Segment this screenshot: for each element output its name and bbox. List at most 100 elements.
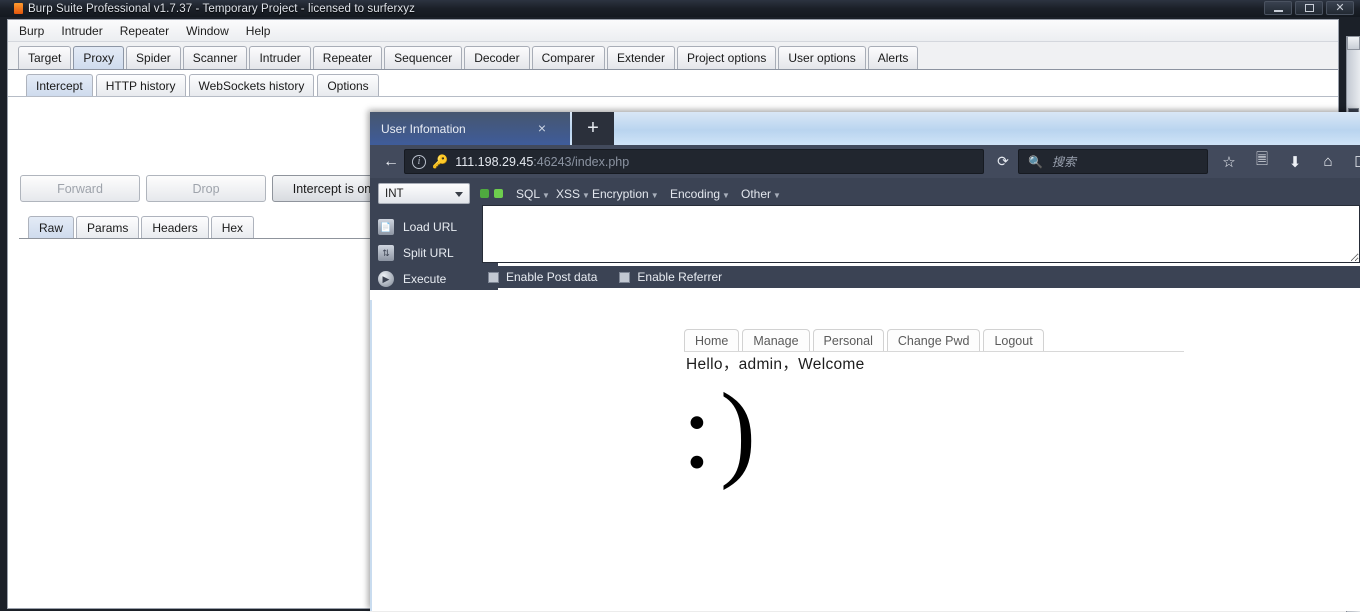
- execute-icon: ▶: [378, 271, 394, 287]
- scrollbar-up-button[interactable]: [1347, 36, 1360, 50]
- tab-params[interactable]: Params: [76, 216, 139, 238]
- checkbox-box[interactable]: [488, 272, 499, 283]
- enable-referrer-label: Enable Referrer: [637, 270, 722, 284]
- page-nav-change-pwd[interactable]: Change Pwd: [887, 329, 981, 351]
- web-page-content: Home Manage Personal Change Pwd Logout H…: [372, 300, 1360, 611]
- hackbar-menu-encoding[interactable]: Encoding▼: [670, 187, 730, 201]
- menu-repeater[interactable]: Repeater: [118, 23, 171, 39]
- hackbar-encoding-select[interactable]: INT: [378, 183, 470, 204]
- enable-post-data-label: Enable Post data: [506, 270, 597, 284]
- hackbar-menu-sql[interactable]: SQL▼: [516, 187, 550, 201]
- burp-menu-bar: Burp Intruder Repeater Window Help: [8, 20, 1338, 42]
- forward-button[interactable]: Forward: [20, 175, 140, 202]
- tab-hex[interactable]: Hex: [211, 216, 254, 238]
- page-nav-logout[interactable]: Logout: [983, 329, 1043, 351]
- menu-help[interactable]: Help: [244, 23, 273, 39]
- hackbar-execute[interactable]: ▶ Execute: [378, 271, 446, 287]
- split-url-icon: ⇅: [378, 245, 394, 261]
- enable-post-data-checkbox[interactable]: Enable Post data: [488, 270, 597, 284]
- page-nav-manage[interactable]: Manage: [742, 329, 809, 351]
- browser-navigation-bar: ← i 🔑 111.198.29.45:46243/index.php ⟳ 🔍 …: [370, 145, 1360, 178]
- menu-burp[interactable]: Burp: [17, 23, 46, 39]
- minimize-button[interactable]: [1264, 1, 1292, 15]
- message-view-tabs: Raw Params Headers Hex: [28, 216, 256, 238]
- load-url-icon: 📄: [378, 219, 394, 235]
- tab-http-history[interactable]: HTTP history: [96, 74, 186, 96]
- search-icon: 🔍: [1028, 155, 1043, 169]
- hackbar-load-url[interactable]: 📄 Load URL: [378, 219, 457, 235]
- tab-intercept[interactable]: Intercept: [26, 74, 93, 96]
- search-placeholder: 搜索: [1052, 153, 1076, 170]
- tab-decoder[interactable]: Decoder: [464, 46, 529, 69]
- proxy-sub-tabs: Intercept HTTP history WebSockets histor…: [8, 70, 1338, 97]
- load-url-label: Load URL: [403, 220, 457, 234]
- maximize-button[interactable]: [1295, 1, 1323, 15]
- tab-spider[interactable]: Spider: [126, 46, 181, 69]
- tab-intruder[interactable]: Intruder: [249, 46, 310, 69]
- checkbox-box[interactable]: [619, 272, 630, 283]
- hackbar-split-url[interactable]: ⇅ Split URL: [378, 245, 454, 261]
- hackbar-decrease-button[interactable]: [480, 189, 489, 198]
- page-nav-home[interactable]: Home: [684, 329, 739, 351]
- address-bar-url: 111.198.29.45:46243/index.php: [455, 155, 629, 169]
- reload-icon[interactable]: ⟳: [992, 151, 1014, 172]
- tab-proxy[interactable]: Proxy: [73, 46, 124, 69]
- hackbar-increase-button[interactable]: [494, 189, 503, 198]
- downloads-icon[interactable]: ⬇: [1281, 149, 1309, 174]
- browser-tab-user-infomation[interactable]: User Infomation ×: [370, 112, 570, 145]
- tab-user-options[interactable]: User options: [778, 46, 865, 69]
- close-tab-icon[interactable]: ×: [538, 121, 546, 135]
- tab-repeater[interactable]: Repeater: [313, 46, 382, 69]
- site-info-icon[interactable]: i: [412, 155, 426, 169]
- tab-project-options[interactable]: Project options: [677, 46, 776, 69]
- back-arrow-icon[interactable]: ←: [378, 149, 404, 175]
- tab-raw[interactable]: Raw: [28, 216, 74, 238]
- hackbar-menu-other[interactable]: Other▼: [741, 187, 781, 201]
- browser-tab-bar: User Infomation × +: [370, 112, 1360, 145]
- tab-alerts[interactable]: Alerts: [868, 46, 919, 69]
- url-path: :46243/index.php: [533, 155, 629, 169]
- tab-target[interactable]: Target: [18, 46, 71, 69]
- hackbar-action-list: 📄 Load URL ⇅ Split URL ▶ Execute: [370, 205, 498, 290]
- tab-extender[interactable]: Extender: [607, 46, 675, 69]
- search-bar[interactable]: 🔍 搜索: [1018, 149, 1208, 174]
- tab-sequencer[interactable]: Sequencer: [384, 46, 462, 69]
- menu-intruder[interactable]: Intruder: [59, 23, 104, 39]
- smiley-face-text: :): [682, 378, 764, 486]
- hackbar-toolbar: INT SQL▼ XSS▼ Encryption▼ Encoding▼ Othe…: [370, 178, 1360, 234]
- url-host: 111.198.29.45: [455, 155, 533, 169]
- split-url-label: Split URL: [403, 246, 454, 260]
- burp-window-title: Burp Suite Professional v1.7.37 - Tempor…: [28, 3, 415, 15]
- bookmark-star-icon[interactable]: ☆: [1215, 149, 1243, 174]
- close-button[interactable]: ✕: [1326, 1, 1354, 15]
- menu-window[interactable]: Window: [184, 23, 231, 39]
- tab-websockets-history[interactable]: WebSockets history: [189, 74, 315, 96]
- firefox-browser-window: User Infomation × + ← i 🔑 111.198.29.45:…: [370, 112, 1360, 611]
- tab-comparer[interactable]: Comparer: [532, 46, 605, 69]
- tab-options[interactable]: Options: [317, 74, 378, 96]
- execute-label: Execute: [403, 272, 446, 286]
- browser-tab-title: User Infomation: [381, 122, 466, 136]
- chevron-down-icon: [455, 192, 463, 197]
- proxy-action-buttons: Forward Drop Intercept is on: [20, 175, 392, 202]
- hackbar-menu-encryption[interactable]: Encryption▼: [592, 187, 659, 201]
- hackbar-url-input[interactable]: [482, 205, 1360, 263]
- hackbar-encoding-value: INT: [385, 188, 404, 200]
- drop-button[interactable]: Drop: [146, 175, 266, 202]
- burp-main-tabs: Target Proxy Spider Scanner Intruder Rep…: [8, 42, 1338, 70]
- window-controls: ✕: [1264, 1, 1354, 15]
- page-nav-personal[interactable]: Personal: [813, 329, 884, 351]
- address-bar[interactable]: i 🔑 111.198.29.45:46243/index.php: [404, 149, 984, 174]
- tab-scanner[interactable]: Scanner: [183, 46, 248, 69]
- sidebar-icon[interactable]: ☐: [1347, 149, 1360, 174]
- burp-app-icon: [14, 3, 23, 14]
- hackbar-menu-xss[interactable]: XSS▼: [556, 187, 590, 201]
- burp-title-bar: Burp Suite Professional v1.7.37 - Tempor…: [0, 0, 1360, 17]
- greeting-text: Hello，admin，Welcome: [686, 352, 865, 374]
- library-icon[interactable]: 🗏: [1248, 149, 1276, 174]
- enable-referrer-checkbox[interactable]: Enable Referrer: [619, 270, 722, 284]
- tab-headers[interactable]: Headers: [141, 216, 208, 238]
- key-icon: 🔑: [432, 154, 448, 170]
- home-icon[interactable]: ⌂: [1314, 149, 1342, 174]
- new-tab-button[interactable]: +: [572, 112, 614, 145]
